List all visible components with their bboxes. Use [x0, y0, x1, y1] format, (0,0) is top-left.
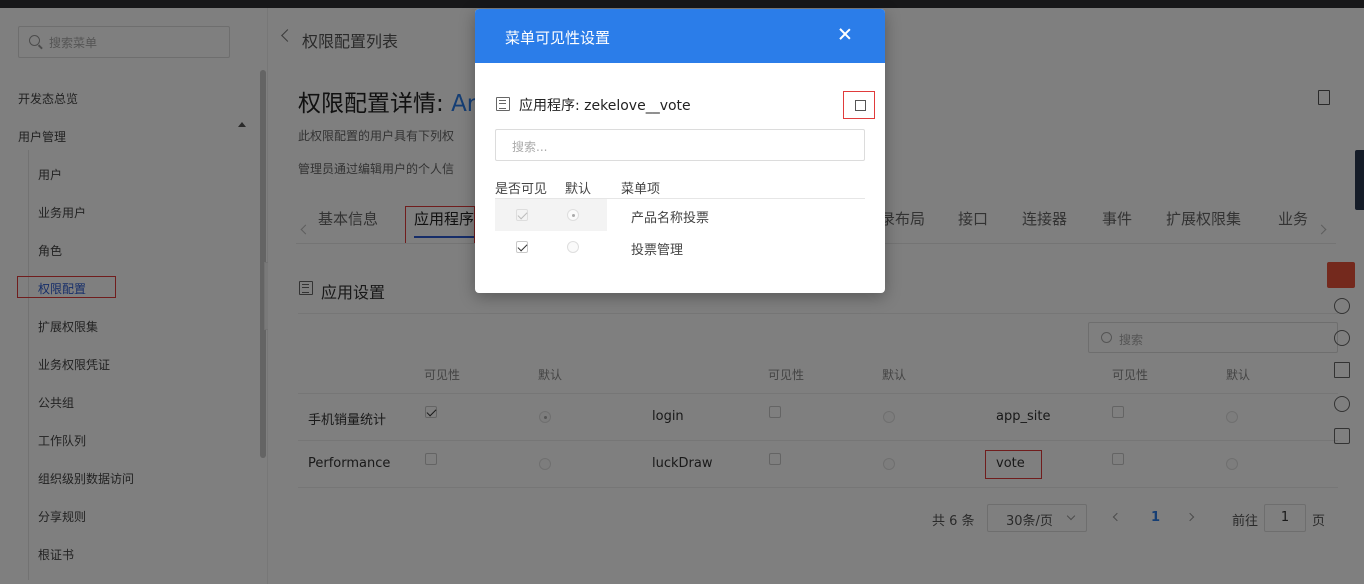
- column-header-visible: 是否可见: [495, 182, 548, 197]
- list-icon: [496, 97, 510, 111]
- visible-checkbox[interactable]: [516, 209, 528, 221]
- column-header-menu-item: 菜单项: [621, 182, 661, 197]
- column-header-default: 默认: [565, 182, 592, 197]
- default-radio[interactable]: [567, 241, 579, 253]
- menu-search-input[interactable]: 搜索...: [495, 129, 865, 161]
- default-radio[interactable]: [567, 209, 579, 221]
- edit-icon[interactable]: [843, 91, 875, 119]
- dialog-title: 菜单可见性设置: [505, 29, 611, 47]
- menu-item-label: 产品名称投票: [631, 211, 710, 226]
- menu-item-label: 投票管理: [631, 243, 684, 258]
- application-label: 应用程序: zekelove__vote: [519, 98, 691, 114]
- close-icon[interactable]: [837, 26, 853, 42]
- visible-checkbox[interactable]: [516, 241, 528, 253]
- menu-visibility-dialog: 菜单可见性设置 应用程序: zekelove__vote 搜索... 是否可见 …: [475, 9, 885, 293]
- row-background: [495, 199, 607, 231]
